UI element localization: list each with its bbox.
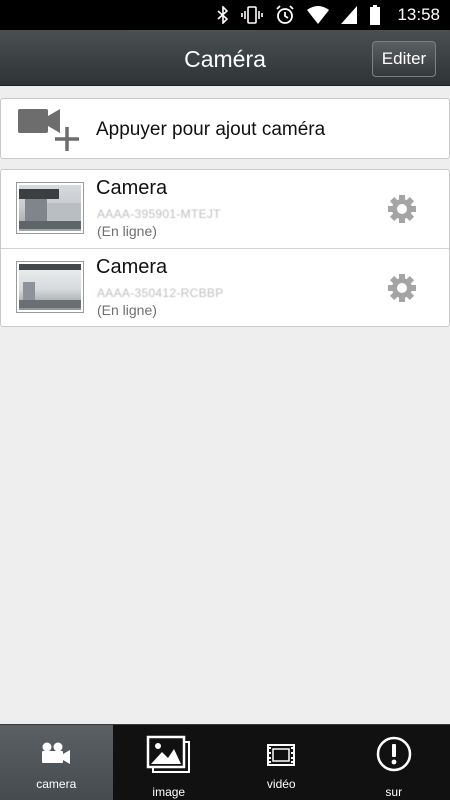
signal-icon (341, 6, 358, 24)
camera-thumbnail (16, 261, 84, 313)
film-icon (267, 744, 296, 766)
settings-gear-icon[interactable] (387, 273, 417, 303)
vibrate-icon (241, 6, 264, 24)
add-camera-icon (18, 109, 79, 151)
camera-thumbnail (16, 182, 84, 234)
camera-name: Camera (96, 177, 168, 199)
add-camera-row[interactable]: Appuyer pour ajout caméra (0, 98, 450, 159)
bluetooth-icon (217, 6, 229, 24)
camera-name: Camera (96, 256, 168, 278)
tab-camera-label: camera (36, 777, 77, 791)
battery-icon (370, 5, 381, 25)
wifi-icon (307, 6, 330, 24)
settings-gear-icon[interactable] (387, 194, 417, 224)
camera-id: AAAA-395901-MTEJT (97, 207, 221, 221)
tab-video[interactable]: vidéo (225, 725, 338, 800)
tab-about[interactable]: sur (338, 725, 450, 800)
camera-row[interactable]: Camera AAAA-350412-RCBBP (En ligne) (1, 248, 449, 326)
camera-id: AAAA-350412-RCBBP (97, 286, 224, 300)
picture-icon (146, 735, 190, 773)
status-bar: 13:58 (0, 0, 450, 30)
status-time: 13:58 (397, 5, 440, 24)
edit-button[interactable]: Editer (372, 41, 436, 77)
tab-image[interactable]: image (113, 725, 226, 800)
status-icons: 13:58 (217, 0, 440, 30)
camera-status: (En ligne) (97, 302, 157, 318)
add-camera-label: Appuyer pour ajout caméra (96, 119, 326, 140)
tab-camera[interactable]: camera (0, 725, 113, 800)
tab-image-label: image (152, 785, 186, 799)
alarm-icon (276, 5, 295, 24)
camera-row[interactable]: Camera AAAA-395901-MTEJT (En ligne) (1, 170, 449, 248)
video-camera-icon (42, 742, 71, 764)
info-icon (376, 736, 411, 772)
bottom-tab-bar: camera image vidéo sur (0, 724, 450, 800)
title-bar: Caméra Editer (0, 30, 450, 86)
camera-list: Camera AAAA-395901-MTEJT (En ligne) Came… (0, 169, 450, 327)
tab-about-label: sur (385, 785, 403, 799)
tab-video-label: vidéo (266, 777, 296, 791)
camera-status: (En ligne) (97, 223, 157, 239)
